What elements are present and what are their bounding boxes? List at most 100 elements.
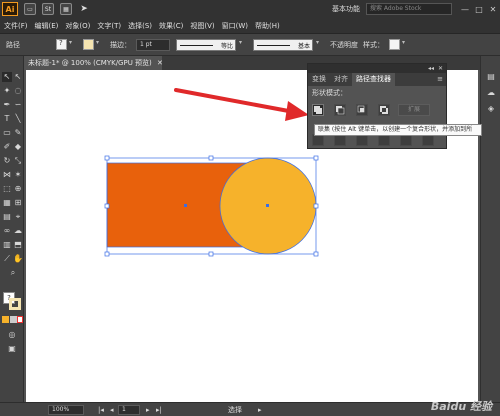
- minus-front-button[interactable]: [334, 104, 346, 116]
- arrange-documents-icon[interactable]: ▦: [60, 3, 72, 15]
- rectangle-tool-icon[interactable]: ▭: [2, 128, 12, 138]
- panel-header[interactable]: ◂◂ ✕: [308, 64, 446, 73]
- rotate-tool-icon[interactable]: ↻: [2, 156, 12, 166]
- menu-help[interactable]: 帮助(H): [255, 21, 280, 31]
- menu-view[interactable]: 视图(V): [190, 21, 214, 31]
- direct-selection-tool-icon[interactable]: ↖: [13, 72, 23, 82]
- layers-icon[interactable]: ◈: [486, 104, 496, 114]
- brush-label: 基本: [297, 42, 310, 50]
- fill-swatch[interactable]: ?: [56, 39, 67, 50]
- eraser-icon[interactable]: ◆: [13, 142, 23, 152]
- scale-tool-icon[interactable]: ⤡: [13, 156, 23, 166]
- column-graph-icon[interactable]: ▥: [2, 240, 12, 250]
- last-artboard-icon[interactable]: ▸|: [156, 405, 162, 415]
- exclude-button[interactable]: [378, 104, 390, 116]
- artboard-tool-icon[interactable]: ⬒: [13, 240, 23, 250]
- screen-mode-icon[interactable]: ▣: [7, 344, 17, 354]
- stroke-box[interactable]: [9, 298, 21, 310]
- opacity-label[interactable]: 不透明度: [330, 40, 358, 50]
- tab-align[interactable]: 对齐: [330, 73, 352, 86]
- stock-search-input[interactable]: 搜索 Adobe Stock: [366, 3, 452, 15]
- status-menu-icon[interactable]: ▸: [258, 405, 262, 415]
- rectangle-center-point: [184, 204, 187, 207]
- blend-tool-icon[interactable]: ∞: [2, 226, 12, 236]
- workspace-switcher[interactable]: 基本功能: [332, 4, 360, 14]
- stroke-weight-input[interactable]: 1 pt: [136, 38, 170, 51]
- current-tool-status[interactable]: 选择: [228, 405, 242, 415]
- line-tool-icon[interactable]: ╲: [13, 114, 23, 124]
- color-mode-icon[interactable]: [2, 316, 9, 323]
- zoom-level-field[interactable]: 100%: [48, 405, 84, 415]
- gradient-mode-icon[interactable]: [10, 316, 17, 323]
- first-artboard-icon[interactable]: |◂: [98, 405, 104, 415]
- shape-builder-icon[interactable]: ⊕: [13, 184, 23, 194]
- menu-window[interactable]: 窗口(W): [222, 21, 248, 31]
- document-tab[interactable]: 未标题-1* @ 100% (CMYK/GPU 预览) ✕: [24, 56, 163, 70]
- stroke-dropdown-icon[interactable]: ▾: [96, 39, 104, 50]
- close-button[interactable]: ✕: [486, 5, 500, 14]
- magic-wand-icon[interactable]: ✦: [2, 86, 12, 96]
- properties-icon[interactable]: ▤: [486, 72, 496, 82]
- stock-icon[interactable]: St: [42, 3, 54, 15]
- zoom-tool-icon[interactable]: ⌕: [8, 268, 18, 278]
- draw-mode-icon[interactable]: ◎: [7, 330, 17, 340]
- collapse-panel-icon[interactable]: ◂◂: [428, 64, 434, 73]
- menu-type[interactable]: 文字(T): [97, 21, 121, 31]
- none-mode-icon[interactable]: [17, 316, 23, 323]
- menu-edit[interactable]: 编辑(E): [35, 21, 59, 31]
- fill-stroke-widget[interactable]: ?: [3, 292, 21, 310]
- maximize-button[interactable]: □: [472, 5, 486, 14]
- profile-dropdown-icon[interactable]: ▾: [239, 39, 247, 50]
- brush-definition[interactable]: 基本: [253, 38, 313, 51]
- bridge-icon[interactable]: ▭: [24, 3, 36, 15]
- artboard-number-field[interactable]: 1: [118, 405, 140, 415]
- unite-tooltip: 联集 (按住 Alt 键单击，以创建一个复合形状，并添加到所: [314, 124, 482, 136]
- tab-pathfinder[interactable]: 路径查找器: [352, 73, 395, 86]
- slice-tool-icon[interactable]: ⟋: [2, 254, 12, 264]
- expand-button[interactable]: 扩展: [398, 104, 430, 116]
- menu-select[interactable]: 选择(S): [128, 21, 152, 31]
- minimize-button[interactable]: —: [458, 5, 472, 14]
- intersect-button[interactable]: [356, 104, 368, 116]
- previous-artboard-icon[interactable]: ◂: [110, 405, 114, 415]
- width-tool-icon[interactable]: ⋈: [2, 170, 12, 180]
- curvature-icon[interactable]: ∽: [13, 100, 23, 110]
- libraries-icon[interactable]: ☁: [486, 88, 496, 98]
- panel-menu-icon[interactable]: ≡: [437, 75, 443, 83]
- circle-center-point: [266, 204, 269, 207]
- type-tool-icon[interactable]: T: [2, 114, 12, 124]
- close-panel-icon[interactable]: ✕: [438, 64, 443, 73]
- unite-button[interactable]: [312, 104, 324, 116]
- selection-tool-icon[interactable]: ↖: [2, 72, 12, 82]
- eyedropper-icon[interactable]: ⌖: [13, 212, 23, 222]
- mesh-tool-icon[interactable]: ⊞: [13, 198, 23, 208]
- menu-effect[interactable]: 效果(C): [159, 21, 183, 31]
- next-artboard-icon[interactable]: ▸: [146, 405, 150, 415]
- stroke-swatch[interactable]: [83, 39, 94, 50]
- style-dropdown-icon[interactable]: ▾: [402, 39, 410, 50]
- paintbrush-icon[interactable]: ✎: [13, 128, 23, 138]
- symbol-sprayer-icon[interactable]: ☁: [13, 226, 23, 236]
- close-tab-icon[interactable]: ✕: [157, 59, 163, 67]
- pen-tool-icon[interactable]: ✒: [2, 100, 12, 110]
- variable-width-profile[interactable]: 等比: [176, 38, 236, 51]
- perspective-grid-icon[interactable]: ▦: [2, 198, 12, 208]
- send-icon[interactable]: ➤: [78, 3, 90, 15]
- brush-dropdown-icon[interactable]: ▾: [316, 39, 324, 50]
- shaper-tool-icon[interactable]: ✐: [2, 142, 12, 152]
- menu-object[interactable]: 对象(O): [65, 21, 90, 31]
- profile-label: 等比: [220, 42, 233, 50]
- hand-tool-icon[interactable]: ✋: [13, 254, 23, 264]
- graphic-style-swatch[interactable]: [389, 39, 400, 50]
- gradient-tool-icon[interactable]: ▤: [2, 212, 12, 222]
- free-transform-icon[interactable]: ⬚: [2, 184, 12, 194]
- fill-dropdown-icon[interactable]: ▾: [69, 39, 77, 50]
- menu-file[interactable]: 文件(F): [4, 21, 28, 31]
- intersect-icon: [357, 105, 365, 113]
- puppet-warp-icon[interactable]: ✶: [13, 170, 23, 180]
- control-bar: 路径 ? ▾ ▾ 描边： 1 pt 等比 ▾ 基本 ▾ 不透明度 样式： ▾: [0, 34, 500, 56]
- tab-transform[interactable]: 变换: [308, 73, 330, 86]
- lasso-icon[interactable]: ◌: [13, 86, 23, 96]
- shape-modes-label: 形状模式：: [312, 89, 347, 97]
- selection-type-label: 路径: [6, 40, 20, 49]
